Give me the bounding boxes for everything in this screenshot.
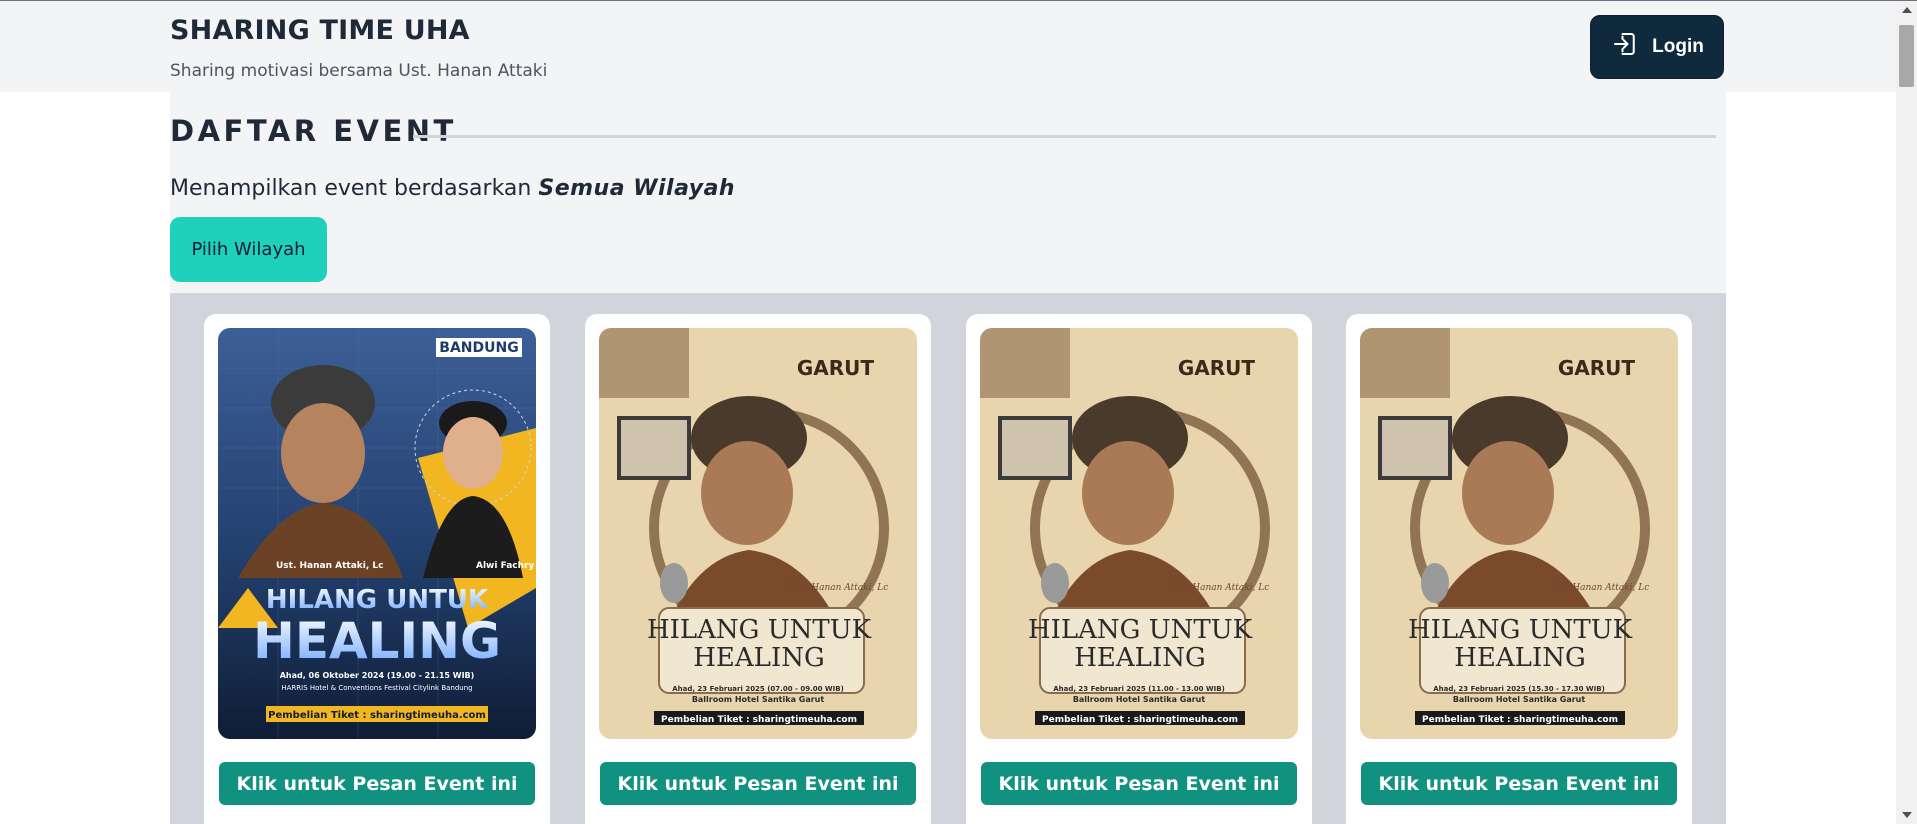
poster-venue: Ballroom Hotel Santika Garut <box>692 695 825 704</box>
filter-value: Semua Wilayah <box>538 176 736 201</box>
poster-headline-1: HILANG UNTUK <box>647 615 872 645</box>
event-card: BANDUNG Ust. Hanan Attaki, Lc Alwi Fachr… <box>204 314 550 824</box>
order-event-button[interactable]: Klik untuk Pesan Event ini <box>1361 762 1677 805</box>
event-grid: BANDUNG Ust. Hanan Attaki, Lc Alwi Fachr… <box>170 293 1726 824</box>
login-button[interactable]: Login <box>1590 15 1724 79</box>
poster-headline-2: HEALING <box>693 643 825 673</box>
poster-speaker: Ust. Hanan Attaki, Lc <box>790 583 889 593</box>
poster-headline-1: HILANG UNTUK <box>1408 615 1633 645</box>
poster-ticket: Pembelian Tiket : sharingtimeuha.com <box>268 710 486 721</box>
poster-host: Alwi Fachry <box>476 561 534 571</box>
poster-headline-2: HEALING <box>1074 643 1206 673</box>
poster-ticket: Pembelian Tiket : sharingtimeuha.com <box>1422 715 1618 725</box>
filter-description: Menampilkan event berdasarkan Semua Wila… <box>170 176 735 201</box>
event-poster-image[interactable]: GARUT Ust. Hanan Attaki, Lc HILANG UNTUK… <box>1360 328 1678 739</box>
choose-region-button[interactable]: Pilih Wilayah <box>170 217 327 282</box>
poster-date: Ahad, 23 Februari 2025 (07.00 - 09.00 WI… <box>672 685 844 693</box>
poster-date: Ahad, 23 Februari 2025 (15.30 - 17.30 WI… <box>1433 685 1605 693</box>
scroll-down-arrow-icon[interactable] <box>1902 812 1912 818</box>
event-poster-image[interactable]: GARUT Ust. Hanan Attaki, Lc HILANG UNTUK… <box>980 328 1298 739</box>
order-event-button[interactable]: Klik untuk Pesan Event ini <box>600 762 916 805</box>
scroll-up-arrow-icon[interactable] <box>1902 7 1912 13</box>
poster-headline-2: HEALING <box>253 612 501 670</box>
poster-city: GARUT <box>797 356 875 380</box>
poster-speaker: Ust. Hanan Attaki, Lc <box>1171 583 1270 593</box>
event-card: GARUT Ust. Hanan Attaki, Lc HILANG UNTUK… <box>966 314 1312 824</box>
event-poster-image[interactable]: GARUT Ust. Hanan Attaki, Lc HILANG UNTUK… <box>599 328 917 739</box>
poster-city: GARUT <box>1558 356 1636 380</box>
poster-headline-2: HEALING <box>1454 643 1586 673</box>
poster-date: Ahad, 23 Februari 2025 (11.00 - 13.00 WI… <box>1053 685 1225 693</box>
event-list-header: DAFTAR EVENT Menampilkan event berdasark… <box>170 92 1726 293</box>
site-header: SHARING TIME UHA Sharing motivasi bersam… <box>0 1 1896 92</box>
site-title[interactable]: SHARING TIME UHA <box>170 15 470 46</box>
poster-venue: Ballroom Hotel Santika Garut <box>1073 695 1206 704</box>
poster-venue: HARRIS Hotel & Conventions Festival City… <box>281 684 472 692</box>
event-card: GARUT Ust. Hanan Attaki, Lc HILANG UNTUK… <box>1346 314 1692 824</box>
event-poster-image[interactable]: BANDUNG Ust. Hanan Attaki, Lc Alwi Fachr… <box>218 328 536 739</box>
login-icon <box>1610 29 1640 65</box>
poster-venue: Ballroom Hotel Santika Garut <box>1453 695 1586 704</box>
poster-headline-1: HILANG UNTUK <box>1028 615 1253 645</box>
order-event-button[interactable]: Klik untuk Pesan Event ini <box>981 762 1297 805</box>
poster-city: BANDUNG <box>439 340 518 356</box>
poster-ticket: Pembelian Tiket : sharingtimeuha.com <box>1042 715 1238 725</box>
page-scrollbar[interactable] <box>1896 1 1917 824</box>
order-event-button[interactable]: Klik untuk Pesan Event ini <box>219 762 535 805</box>
section-title: DAFTAR EVENT <box>170 114 457 148</box>
poster-speaker: Ust. Hanan Attaki, Lc <box>1551 583 1650 593</box>
login-label: Login <box>1652 36 1704 57</box>
poster-headline-1: HILANG UNTUK <box>266 585 489 615</box>
scrollbar-thumb[interactable] <box>1899 25 1914 87</box>
filter-prefix: Menampilkan event berdasarkan <box>170 176 539 201</box>
event-card: GARUT Ust. Hanan Attaki, Lc HILANG UNTUK… <box>585 314 931 824</box>
poster-city: GARUT <box>1178 356 1256 380</box>
section-divider <box>413 135 1716 138</box>
poster-speaker: Ust. Hanan Attaki, Lc <box>276 561 383 571</box>
site-subtitle: Sharing motivasi bersama Ust. Hanan Atta… <box>170 61 548 81</box>
poster-date: Ahad, 06 Oktober 2024 (19.00 - 21.15 WIB… <box>280 671 475 680</box>
poster-ticket: Pembelian Tiket : sharingtimeuha.com <box>661 715 857 725</box>
